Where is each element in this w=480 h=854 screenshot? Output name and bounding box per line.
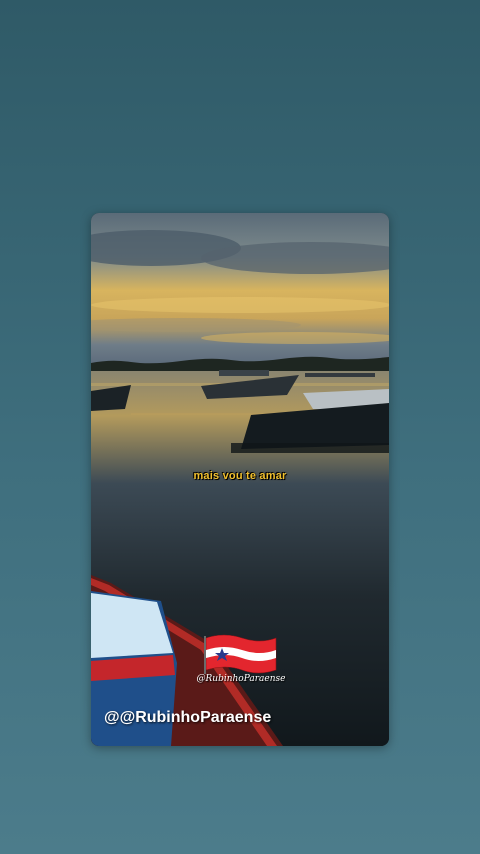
watermark-text: @RubinhoParaense bbox=[196, 674, 286, 684]
username-label[interactable]: @@RubinhoParaense bbox=[104, 709, 271, 727]
lyric-caption: mais vou te amar bbox=[193, 470, 287, 482]
story-card[interactable]: mais vou te amar @RubinhoParaense @@Rubi… bbox=[91, 213, 389, 746]
para-state-flag-icon bbox=[204, 634, 277, 674]
